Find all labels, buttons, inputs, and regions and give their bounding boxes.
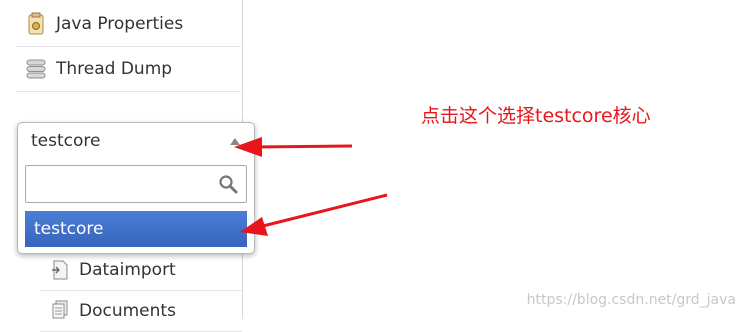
arrow-to-selector (234, 137, 353, 157)
annotation-arrows (234, 137, 388, 236)
watermark: https://blog.csdn.net/grd_java (526, 292, 736, 308)
arrow-to-option (240, 193, 388, 236)
